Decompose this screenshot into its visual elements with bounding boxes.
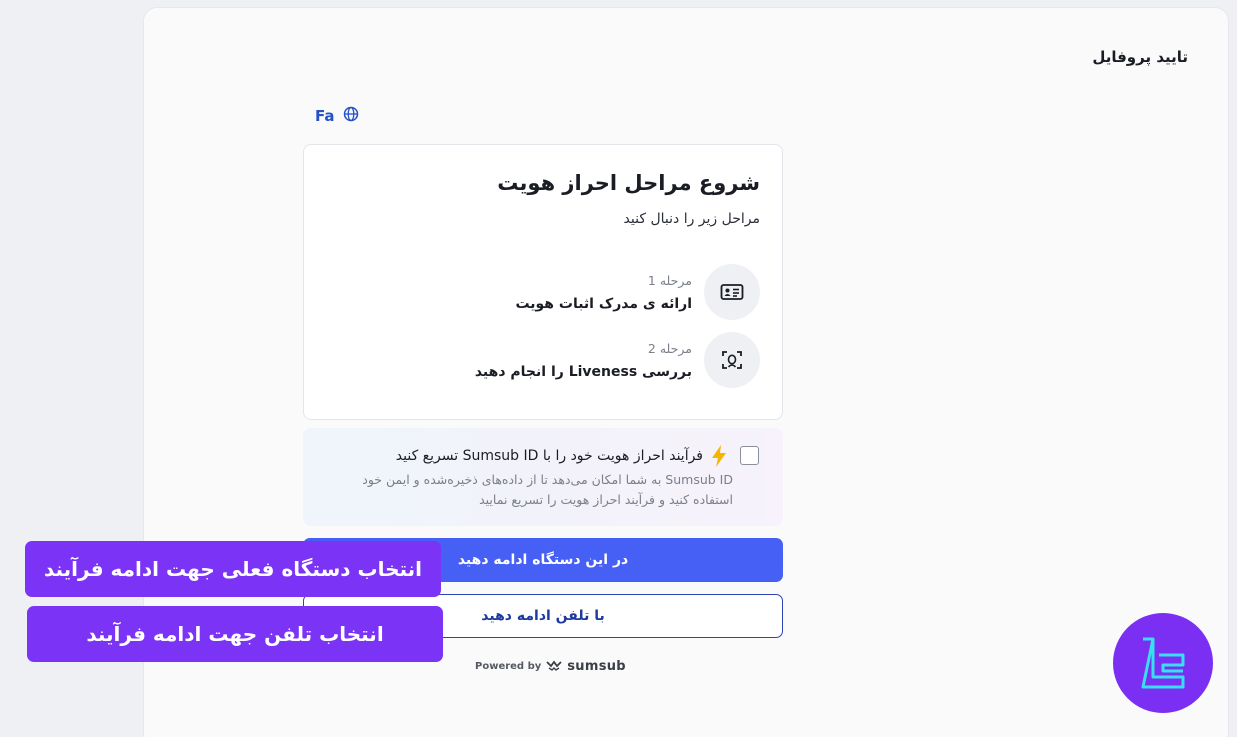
sumsub-brand: sumsub [567,659,626,674]
powered-by-label: Powered by [475,661,542,672]
step-number: مرحله 2 [647,340,692,356]
sumsub-logo-icon [546,659,562,674]
sumsub-id-option: فرآیند احراز هویت خود را با Sumsub ID تس… [303,428,783,526]
brand-logo [1113,613,1213,713]
step-label: بررسی Liveness را انجام دهید [474,363,692,380]
callout-phone: انتخاب تلفن جهت ادامه فرآیند [27,606,443,662]
page-title: تایید پروفایل [1092,48,1188,66]
step-label: ارائه ی مدرک اثبات هویت [515,295,692,312]
step-item: مرحله 1 ارائه ی مدرک اثبات هویت [320,263,760,321]
language-selector[interactable]: Fa [315,106,359,126]
brand-logo-icon [1141,637,1185,689]
sumsub-id-checkbox[interactable] [740,446,759,465]
step-item: مرحله 2 بررسی Liveness را انجام دهید [320,331,760,389]
face-scan-icon [704,332,760,388]
callout-current-device: انتخاب دستگاه فعلی جهت ادامه فرآیند [25,541,441,597]
powered-by-footer: Powered by sumsub [475,659,626,674]
sumsub-id-title: فرآیند احراز هویت خود را با Sumsub ID تس… [395,448,703,464]
globe-icon [343,106,359,126]
steps-subtitle: مراحل زیر را دنبال کنید [623,211,760,227]
verification-steps-card: شروع مراحل احراز هویت مراحل زیر را دنبال… [303,144,783,420]
step-number: مرحله 1 [647,272,692,288]
id-card-icon [704,264,760,320]
sumsub-id-description: Sumsub ID به شما امکان می‌دهد تا از داده… [362,472,733,507]
language-label: Fa [315,107,335,125]
steps-title: شروع مراحل احراز هویت [497,171,760,195]
lightning-icon [709,444,729,468]
